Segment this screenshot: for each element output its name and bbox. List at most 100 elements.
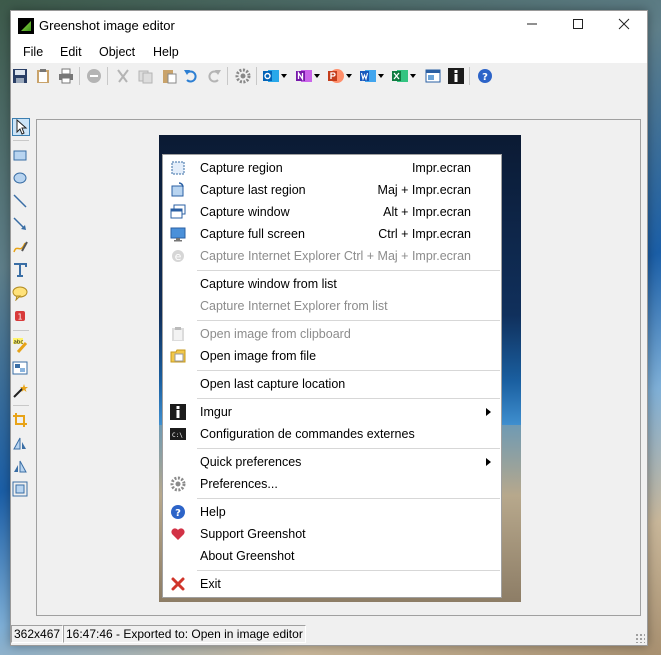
editor-window: Greenshot image editor File Edit Object …	[10, 10, 648, 646]
menu-item-capture-window-from-list[interactable]: Capture window from list	[163, 273, 501, 295]
menu-item-open-last-capture-location[interactable]: Open last capture location	[163, 373, 501, 395]
menu-item-capture-window[interactable]: Capture window Alt + Impr.ecran	[163, 201, 501, 223]
menu-item-capture-region[interactable]: Capture region Impr.ecran	[163, 157, 501, 179]
copy-to-clipboard-button[interactable]	[35, 68, 51, 84]
rotate-clockwise-tool[interactable]	[12, 435, 30, 453]
redo-icon	[208, 70, 221, 83]
menu-item-preferences[interactable]: Preferences...	[163, 473, 501, 495]
line-icon	[13, 194, 27, 208]
help-icon: ?	[478, 69, 492, 83]
freehand-tool[interactable]	[12, 239, 30, 257]
resize-tool[interactable]	[12, 481, 30, 499]
paste-icon	[163, 70, 177, 84]
menu-item-about[interactable]: About Greenshot	[163, 545, 501, 567]
paste-button[interactable]	[161, 68, 177, 84]
ie-icon: e	[170, 248, 186, 264]
menu-help[interactable]: Help	[153, 45, 179, 59]
ellipse-icon	[13, 172, 27, 184]
save-icon	[13, 69, 27, 83]
chevron-down-icon	[281, 74, 287, 78]
cut-button[interactable]	[115, 68, 131, 84]
export-excel-button[interactable]	[392, 68, 416, 84]
save-button[interactable]	[12, 68, 28, 84]
menu-item-capture-full-screen[interactable]: Capture full screen Ctrl + Impr.ecran	[163, 223, 501, 245]
counter-tool[interactable]: 1	[12, 308, 30, 326]
effects-tool[interactable]	[12, 383, 30, 401]
minimize-button[interactable]	[509, 11, 555, 41]
chevron-down-icon	[314, 74, 320, 78]
counter-icon: 1	[15, 311, 25, 322]
settings-button[interactable]	[235, 68, 251, 84]
copy-icon	[138, 70, 153, 84]
help-button[interactable]: ?	[477, 68, 493, 84]
close-icon	[618, 18, 630, 30]
menu-item-label: Capture Internet Explorer from list	[200, 299, 388, 313]
menu-item-help[interactable]: ? Help	[163, 501, 501, 523]
menu-file[interactable]: File	[23, 45, 43, 59]
toolbar-separator	[227, 67, 228, 85]
speechbubble-tool[interactable]	[12, 285, 30, 303]
undo-button[interactable]	[183, 68, 199, 84]
ellipse-tool[interactable]	[12, 170, 30, 188]
menu-item-shortcut: Impr.ecran	[411, 161, 471, 175]
menu-item-imgur[interactable]: Imgur	[163, 401, 501, 423]
line-tool[interactable]	[12, 193, 30, 211]
menu-separator	[197, 498, 500, 499]
print-button[interactable]	[58, 68, 74, 84]
upload-imgur-button[interactable]	[448, 68, 464, 84]
menu-item-label: Exit	[200, 577, 221, 591]
menu-item-shortcut: Maj + Impr.ecran	[377, 183, 471, 197]
menu-item-open-from-clipboard[interactable]: Open image from clipboard	[163, 323, 501, 345]
outlook-icon	[263, 70, 279, 82]
close-button[interactable]	[601, 11, 647, 41]
chevron-down-icon	[346, 74, 352, 78]
title-bar[interactable]: Greenshot image editor	[11, 11, 647, 41]
menu-separator	[197, 448, 500, 449]
export-word-button[interactable]	[360, 68, 384, 84]
menu-item-shortcut: Ctrl + Maj + Impr.ecran	[343, 249, 471, 263]
menu-item-label: Open last capture location	[200, 377, 346, 391]
menu-item-label: Imgur	[200, 405, 232, 419]
menu-item-quick-preferences[interactable]: Quick preferences	[163, 451, 501, 473]
monitor-icon	[170, 226, 186, 242]
menu-object[interactable]: Object	[99, 45, 135, 59]
menu-edit[interactable]: Edit	[60, 45, 82, 59]
status-bar: 362x467 16:47:46 - Exported to: Open in …	[11, 623, 647, 645]
obfuscate-icon	[12, 361, 28, 375]
menu-item-label: Capture Internet Explorer	[200, 249, 341, 263]
imgur-icon	[170, 404, 186, 420]
open-window-button[interactable]	[425, 68, 441, 84]
crop-icon	[13, 413, 27, 427]
select-tool[interactable]	[12, 118, 30, 136]
exit-icon	[170, 576, 186, 592]
export-powerpoint-button[interactable]	[328, 68, 352, 84]
arrow-tool[interactable]	[12, 216, 30, 234]
rectangle-tool[interactable]	[12, 147, 30, 165]
clipboard-icon	[37, 69, 49, 83]
window-title: Greenshot image editor	[39, 18, 175, 33]
export-onenote-button[interactable]	[296, 68, 320, 84]
export-outlook-button[interactable]	[263, 68, 287, 84]
redo-button[interactable]	[206, 68, 222, 84]
print-icon	[59, 68, 73, 84]
resize-grip-icon[interactable]	[635, 633, 645, 643]
highlight-tool[interactable]: abc	[12, 337, 30, 355]
menu-item-capture-last-region[interactable]: Capture last region Maj + Impr.ecran	[163, 179, 501, 201]
maximize-button[interactable]	[555, 11, 601, 41]
menu-item-open-from-file[interactable]: Open image from file	[163, 345, 501, 367]
copy-button[interactable]	[138, 68, 154, 84]
menu-item-external-commands[interactable]: C:\ Configuration de commandes externes	[163, 423, 501, 445]
maximize-icon	[573, 19, 583, 29]
image-canvas[interactable]: Capture region Impr.ecran Capture last r…	[36, 119, 641, 616]
highlighter-icon: abc	[13, 338, 28, 353]
crop-tool[interactable]	[12, 412, 30, 430]
delete-button[interactable]	[86, 68, 102, 84]
menu-item-label: Quick preferences	[200, 455, 302, 469]
menu-item-exit[interactable]: Exit	[163, 573, 501, 595]
menu-item-capture-ie[interactable]: e Capture Internet Explorer Ctrl + Maj +…	[163, 245, 501, 267]
text-tool[interactable]	[12, 262, 30, 280]
rotate-counterclockwise-tool[interactable]	[12, 458, 30, 476]
menu-item-support[interactable]: Support Greenshot	[163, 523, 501, 545]
obfuscate-tool[interactable]	[12, 360, 30, 378]
menu-item-capture-ie-from-list[interactable]: Capture Internet Explorer from list	[163, 295, 501, 317]
